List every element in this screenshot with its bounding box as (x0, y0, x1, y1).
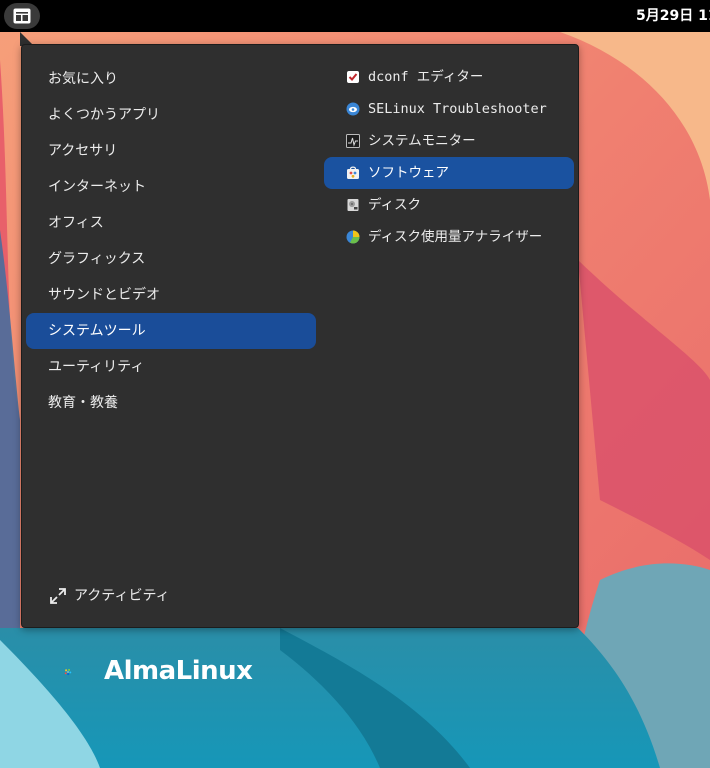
applications-menu: お気に入り よくつかうアプリ アクセサリ インターネット オフィス グラフィック… (21, 44, 579, 628)
applications-menu-icon (13, 8, 31, 24)
app-label: ディスク使用量アナライザー (368, 229, 543, 245)
app-dconf-editor[interactable]: dconf エディター (324, 61, 574, 93)
category-favorites[interactable]: お気に入り (26, 61, 316, 97)
category-internet[interactable]: インターネット (26, 169, 316, 205)
category-office[interactable]: オフィス (26, 205, 316, 241)
system-monitor-icon (346, 134, 360, 148)
disk-usage-icon (346, 230, 360, 244)
selinux-icon (346, 102, 360, 116)
expand-arrows-icon (50, 588, 66, 604)
disks-icon (347, 199, 359, 211)
app-disks[interactable]: ディスク (324, 189, 574, 221)
category-utilities[interactable]: ユーティリティ (26, 349, 316, 385)
clock[interactable]: 5月29日 11 (636, 0, 710, 32)
top-bar: 5月29日 11 (0, 0, 710, 32)
app-disk-usage-analyzer[interactable]: ディスク使用量アナライザー (324, 221, 574, 253)
category-frequent[interactable]: よくつかうアプリ (26, 97, 316, 133)
software-icon (347, 166, 359, 179)
applications-menu-button[interactable] (4, 3, 40, 29)
app-software[interactable]: ソフトウェア (324, 157, 574, 189)
category-system-tools[interactable]: システムツール (26, 313, 316, 349)
almalinux-logo-icon (64, 668, 72, 676)
app-label: ソフトウェア (368, 165, 449, 181)
app-label: SELinux Troubleshooter (368, 101, 547, 117)
dconf-icon (347, 71, 359, 83)
category-graphics[interactable]: グラフィックス (26, 241, 316, 277)
app-system-monitor[interactable]: システムモニター (324, 125, 574, 157)
category-accessories[interactable]: アクセサリ (26, 133, 316, 169)
app-label: dconf エディター (368, 69, 484, 85)
activities-label: アクティビティ (74, 588, 170, 604)
app-selinux-troubleshooter[interactable]: SELinux Troubleshooter (324, 93, 574, 125)
app-label: ディスク (368, 197, 422, 213)
category-sound-video[interactable]: サウンドとビデオ (26, 277, 316, 313)
category-education[interactable]: 教育・教養 (26, 385, 316, 421)
app-label: システムモニター (368, 133, 476, 149)
almalinux-wordmark: AlmaLinux (104, 656, 253, 686)
